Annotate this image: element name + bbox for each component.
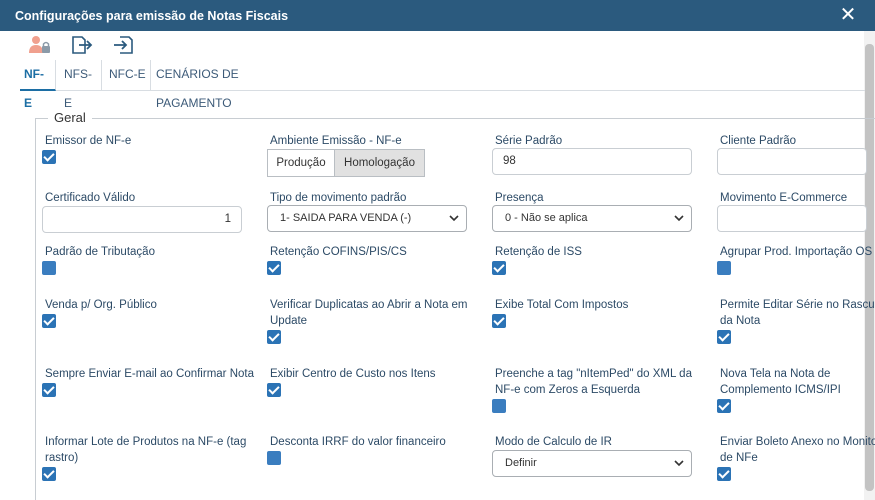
cliente-padrao-input[interactable] [717, 148, 867, 175]
serie-padrao-input[interactable]: 98 [492, 148, 692, 175]
section-legend: Geral [48, 110, 92, 125]
padrao-tributacao-checkbox[interactable] [42, 261, 56, 275]
preenche-tag-checkbox[interactable] [492, 399, 506, 413]
agrupar-prod-label: Agrupar Prod. Importação OS [720, 246, 873, 258]
window-title: Configurações para emissão de Notas Fisc… [15, 9, 289, 23]
permite-editar-serie-label: Permite Editar Série no Rascunho da Nota [720, 299, 875, 327]
ambiente-producao-button[interactable]: Produção [267, 149, 335, 177]
title-bar: Configurações para emissão de Notas Fisc… [0, 0, 875, 31]
exibir-centro-custo-label: Exibir Centro de Custo nos Itens [270, 368, 436, 380]
toolbar [0, 31, 875, 59]
chevron-down-icon [674, 452, 684, 486]
chevron-down-icon [449, 207, 459, 241]
ambiente-label: Ambiente Emissão - NF-e [270, 135, 402, 147]
nova-tela-checkbox[interactable] [717, 399, 731, 413]
exibir-centro-custo-checkbox[interactable] [267, 383, 281, 397]
enviar-boleto-checkbox[interactable] [717, 467, 731, 481]
modo-calculo-ir-value: Definir [505, 457, 537, 469]
import-icon[interactable] [111, 34, 135, 56]
ambiente-homologacao-button[interactable]: Homologação [334, 149, 425, 177]
modo-calculo-ir-select[interactable]: Definir [492, 450, 692, 477]
desconta-irrf-checkbox[interactable] [267, 451, 281, 465]
close-icon[interactable]: ✕ [838, 4, 858, 26]
tab-bar: NF-E NFS-E NFC-E CENÁRIOS DE PAGAMENTO [20, 60, 865, 110]
user-lock-icon[interactable] [28, 34, 52, 56]
preenche-tag-label: Preenche a tag "nItemPed" do XML da NF-e… [495, 368, 692, 396]
tipo-movimento-label: Tipo de movimento padrão [270, 192, 407, 204]
venda-org-publico-checkbox[interactable] [42, 314, 56, 328]
export-icon[interactable] [70, 34, 94, 56]
movimento-ecommerce-input[interactable] [717, 205, 867, 232]
presenca-value: 0 - Não se aplica [505, 212, 588, 224]
enviar-boleto-label: Enviar Boleto Anexo no Monitor de NFe [720, 436, 875, 464]
tipo-movimento-value: 1- SAIDA PARA VENDA (-) [280, 212, 412, 224]
certificado-valido-input[interactable]: 1 [42, 206, 242, 233]
venda-org-publico-label: Venda p/ Org. Público [45, 299, 157, 311]
permite-editar-serie-checkbox[interactable] [717, 330, 731, 344]
tab-nfce[interactable]: NFC-E [102, 60, 151, 91]
padrao-tributacao-label: Padrão de Tributação [45, 246, 155, 258]
retencao-cofins-label: Retenção COFINS/PIS/CS [270, 246, 407, 258]
desconta-irrf-label: Desconta IRRF do valor financeiro [270, 436, 446, 448]
modo-calculo-ir-label: Modo de Calculo de IR [495, 436, 612, 448]
tab-nfe[interactable]: NF-E [20, 60, 56, 110]
retencao-iss-checkbox[interactable] [492, 261, 506, 275]
retencao-iss-label: Retenção de ISS [495, 246, 582, 258]
presenca-label: Presença [495, 192, 544, 204]
emissor-nfe-checkbox[interactable] [42, 150, 56, 164]
informar-lote-checkbox[interactable] [42, 467, 56, 481]
emissor-nfe-label: Emissor de NF-e [45, 135, 132, 147]
presenca-select[interactable]: 0 - Não se aplica [492, 205, 692, 232]
exibe-total-impostos-checkbox[interactable] [492, 314, 506, 328]
exibe-total-impostos-label: Exibe Total Com Impostos [495, 299, 629, 311]
sempre-enviar-email-checkbox[interactable] [42, 383, 56, 397]
sempre-enviar-email-label: Sempre Enviar E-mail ao Confirmar Nota [45, 368, 254, 380]
agrupar-prod-checkbox[interactable] [717, 261, 731, 275]
chevron-down-icon [674, 207, 684, 241]
tipo-movimento-select[interactable]: 1- SAIDA PARA VENDA (-) [267, 205, 467, 232]
verificar-duplicatas-checkbox[interactable] [267, 330, 281, 344]
verificar-duplicatas-label: Verificar Duplicatas ao Abrir a Nota em … [270, 299, 468, 327]
movimento-ecommerce-label: Movimento E-Commerce [720, 192, 848, 204]
informar-lote-label: Informar Lote de Produtos na NF-e (tag r… [45, 436, 247, 464]
tab-cenarios-pagamento[interactable]: CENÁRIOS DE PAGAMENTO [151, 60, 302, 110]
nova-tela-label: Nova Tela na Nota de Complemento ICMS/IP… [720, 368, 841, 396]
serie-padrao-label: Série Padrão [495, 135, 563, 147]
tab-nfse[interactable]: NFS-E [56, 60, 102, 110]
cliente-padrao-label: Cliente Padrão [720, 135, 797, 147]
retencao-cofins-checkbox[interactable] [267, 261, 281, 275]
certificado-valido-label: Certificado Válido [45, 192, 136, 204]
